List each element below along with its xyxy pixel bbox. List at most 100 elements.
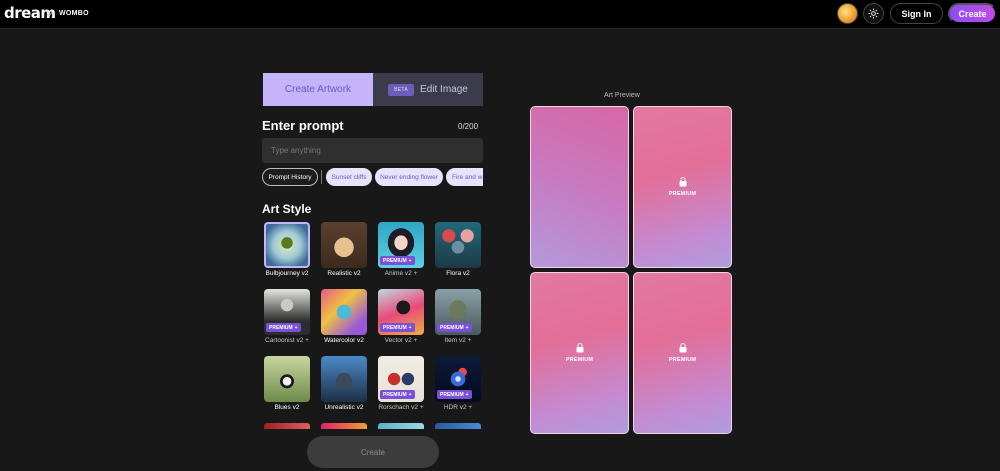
style-name: Rorschach v2 — [378, 404, 419, 411]
plus-icon: + — [419, 404, 424, 411]
style-thumbnail: PREMIUM + — [378, 356, 424, 402]
style-option-partial[interactable] — [435, 423, 481, 429]
header-create-button[interactable]: Create — [948, 3, 997, 24]
tab-edit-label: Edit Image — [420, 84, 468, 95]
style-label: Flora v2 — [446, 270, 470, 277]
prompt-history-button[interactable]: Prompt History — [262, 168, 318, 186]
style-name: HDR v2 — [443, 404, 467, 411]
preview-card[interactable] — [530, 106, 629, 268]
style-thumbnail: PREMIUM + — [435, 356, 481, 402]
style-option-item[interactable]: PREMIUM + Item v2 + — [435, 289, 481, 344]
suggestion-chip[interactable]: Sunset cliffs — [326, 168, 372, 186]
style-thumbnail — [321, 222, 367, 268]
premium-tag: PREMIUM + — [437, 390, 472, 399]
premium-tag-label: PREMIUM — [383, 257, 407, 264]
premium-tag-label: PREMIUM — [440, 324, 464, 331]
lock-icon — [679, 177, 686, 187]
suggestion-chip[interactable]: Fire and water — [446, 168, 483, 186]
preview-card-premium[interactable]: PREMIUM — [633, 106, 732, 268]
plus-icon: + — [305, 337, 309, 344]
style-option-bulbjourney[interactable]: Bulbjourney v2 — [264, 222, 310, 277]
premium-label: PREMIUM — [668, 191, 697, 197]
lock-icon — [679, 343, 686, 353]
user-avatar[interactable] — [837, 3, 858, 24]
style-thumbnail — [321, 356, 367, 402]
premium-tag: PREMIUM + — [266, 323, 301, 332]
style-label: HDR v2 + — [435, 404, 481, 411]
create-button[interactable]: Create — [307, 436, 439, 468]
style-thumbnail — [264, 222, 310, 268]
premium-tag: PREMIUM + — [380, 256, 415, 265]
chip-divider — [321, 170, 322, 184]
style-thumbnail — [321, 289, 367, 335]
style-label: Anime v2 + — [378, 270, 424, 277]
style-thumbnail: PREMIUM + — [378, 222, 424, 268]
premium-label: PREMIUM — [565, 357, 594, 363]
style-label: Cartoonist v2 + — [264, 337, 310, 344]
plus-icon: + — [465, 391, 469, 398]
style-label: Item v2 + — [435, 337, 481, 344]
style-thumbnail: PREMIUM + — [264, 289, 310, 335]
prompt-chips: Prompt History Sunset cliffs Never endin… — [262, 168, 483, 187]
prompt-char-counter: 0/200 — [458, 122, 479, 131]
tab-create-label: Create Artwork — [284, 84, 352, 95]
premium-label: PREMIUM — [668, 357, 697, 363]
preview-card-premium[interactable]: PREMIUM — [633, 272, 732, 434]
style-option-rorschach[interactable]: PREMIUM + Rorschach v2 + — [378, 356, 424, 411]
style-thumbnail — [435, 222, 481, 268]
tab-edit-image[interactable]: BETA Edit Image — [373, 73, 483, 106]
premium-tag-label: PREMIUM — [383, 324, 407, 331]
premium-tag: PREMIUM + — [380, 390, 415, 399]
style-option-partial[interactable] — [321, 423, 367, 429]
plus-icon: + — [413, 270, 418, 277]
style-option-watercolor[interactable]: Watercolor v2 — [321, 289, 367, 344]
premium-tag-label: PREMIUM — [383, 391, 407, 398]
plus-icon: + — [468, 404, 473, 411]
style-option-hdr[interactable]: PREMIUM + HDR v2 + — [435, 356, 481, 411]
style-label: Unrealistic v2 — [324, 404, 364, 411]
art-style-title: Art Style — [262, 202, 312, 216]
beta-badge: BETA — [388, 83, 415, 96]
style-thumbnail: PREMIUM + — [378, 289, 424, 335]
plus-icon: + — [294, 324, 298, 331]
top-header: dream by WOMBO Sign In Create — [0, 0, 1000, 29]
plus-icon: + — [408, 324, 412, 331]
plus-icon: + — [465, 324, 469, 331]
style-thumbnail — [264, 356, 310, 402]
style-name: Item v2 — [444, 337, 466, 344]
style-option-partial[interactable] — [378, 423, 424, 429]
style-name: Vector v2 — [384, 337, 412, 344]
style-option-partial[interactable] — [264, 423, 310, 429]
style-label: Rorschach v2 + — [378, 404, 424, 411]
style-name: Anime v2 — [384, 270, 412, 277]
suggestion-chip[interactable]: Never ending flower — [375, 168, 443, 186]
plus-icon: + — [408, 391, 412, 398]
style-option-cartoonist[interactable]: PREMIUM + Cartoonist v2 + — [264, 289, 310, 344]
plus-icon: + — [467, 337, 472, 344]
style-label: Watercolor v2 — [324, 337, 364, 344]
preview-card-premium[interactable]: PREMIUM — [530, 272, 629, 434]
logo-by-text: by — [47, 11, 55, 18]
premium-tag: PREMIUM + — [437, 323, 472, 332]
style-option-flora[interactable]: Flora v2 — [435, 222, 481, 277]
art-preview-title: Art Preview — [604, 92, 640, 99]
plus-icon: + — [413, 337, 418, 344]
lock-icon — [576, 343, 583, 353]
style-option-blues[interactable]: Blues v2 — [264, 356, 310, 411]
style-label: Bulbjourney v2 — [265, 270, 309, 277]
wombo-logo[interactable]: WOMBO — [59, 10, 89, 17]
sign-in-button[interactable]: Sign In — [890, 3, 943, 24]
style-label: Realistic v2 — [327, 270, 361, 277]
style-label: Vector v2 + — [378, 337, 424, 344]
tab-create-artwork[interactable]: Create Artwork — [263, 73, 373, 106]
theme-toggle-button[interactable] — [863, 3, 884, 24]
style-option-unrealistic[interactable]: Unrealistic v2 — [321, 356, 367, 411]
premium-tag-label: PREMIUM — [440, 391, 464, 398]
premium-tag-label: PREMIUM — [269, 324, 293, 331]
style-option-vector[interactable]: PREMIUM + Vector v2 + — [378, 289, 424, 344]
prompt-input[interactable] — [262, 138, 483, 163]
style-option-realistic[interactable]: Realistic v2 — [321, 222, 367, 277]
style-option-anime[interactable]: PREMIUM + Anime v2 + — [378, 222, 424, 277]
premium-tag: PREMIUM + — [380, 323, 415, 332]
sun-icon — [868, 8, 879, 19]
